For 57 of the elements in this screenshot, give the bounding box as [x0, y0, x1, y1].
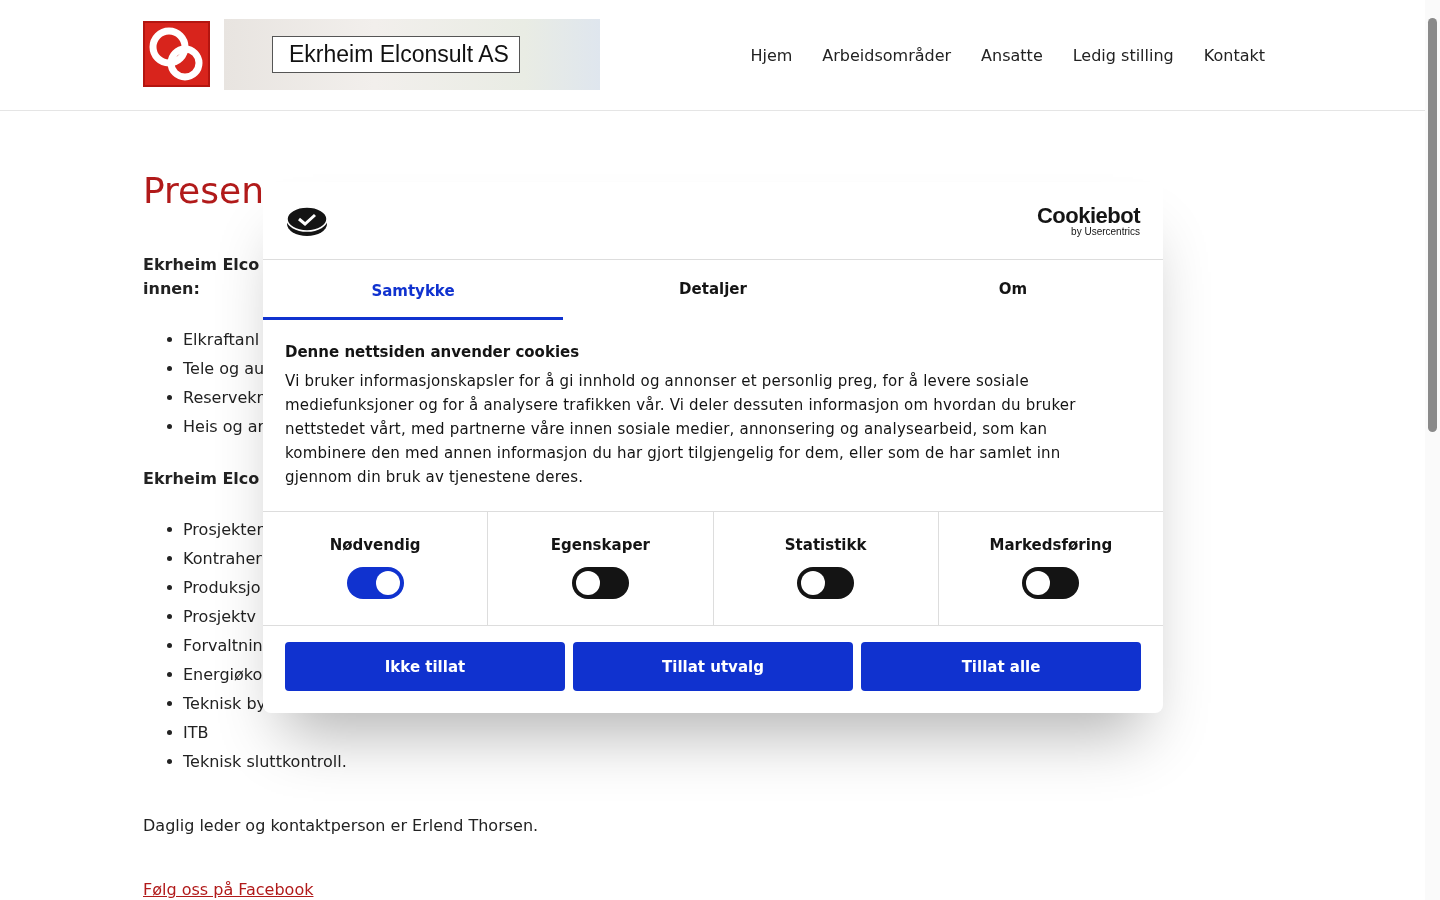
intro-text: Ekrheim Elco [143, 254, 260, 276]
list-item: ITB [183, 722, 209, 744]
list-item: Elkraftanl [183, 329, 260, 351]
bullet-icon [167, 730, 172, 735]
nav-link[interactable]: Kontakt [1203, 45, 1265, 65]
bullet-icon [167, 672, 172, 677]
dialog-tab[interactable]: Samtykke [263, 260, 563, 320]
scrollbar[interactable] [1425, 0, 1440, 900]
contact-text: Daglig leder og kontaktperson er Erlend Thorsen. [143, 815, 540, 837]
facebook-link[interactable]: Følg oss på Facebook [143, 880, 314, 899]
banner-title: Ekrheim Elconsult AS [272, 35, 520, 73]
consent-button[interactable]: Tillat utvalg [573, 642, 853, 691]
page-title: Presen [143, 169, 265, 213]
list-item: Reservekr [183, 387, 264, 409]
category-label: Egenskaper [550, 536, 650, 554]
toggle-switch[interactable] [571, 567, 629, 599]
bullet-icon [167, 759, 172, 764]
dialog-tab[interactable]: Om [863, 260, 1163, 320]
bullet-icon [167, 527, 172, 532]
list-item: Energiøko [183, 664, 263, 686]
bullet-icon [167, 424, 172, 429]
category-label: Nødvendig [329, 536, 421, 554]
bullet-icon [167, 556, 172, 561]
list-item: Prosjektv [183, 606, 256, 628]
bullet-icon [167, 395, 172, 400]
bullet-icon [167, 585, 172, 590]
check-badge-icon [286, 204, 328, 237]
list-item: Produksjo [183, 577, 261, 599]
list-item: Heis og ar [183, 416, 265, 438]
bullet-icon [167, 701, 172, 706]
section-heading: Ekrheim Elco [143, 468, 260, 490]
dialog-text: Vi bruker informasjonskapsler for å gi innhold og annonser et personlig preg, for å levere sosiale mediefunksjoner og for å analysere trafikken vår. Vi deler dessuten informasjon om hvordan du bruker nettstedet vårt, med partnerne våre innen sosiale medier, annonsering og analysearbeid, som kan kombinere den med annen informasjon du har gjort tilgjengelig for dem, eller som de har samlet inn gjennom din bruk av tjenestene deres. [285, 371, 1077, 488]
nav-link[interactable]: Arbeidsområder [822, 45, 952, 65]
nav-link[interactable]: Hjem [750, 45, 793, 65]
list-item: Prosjekter [183, 519, 263, 541]
brand-subtitle: by Usercentrics [1071, 226, 1140, 237]
intro-text: innen: [143, 278, 200, 300]
list-item: Tele og au [183, 358, 265, 380]
list-item: Kontraher [183, 548, 262, 570]
brand-logo-text: Cookiebot [1036, 204, 1140, 227]
consent-button[interactable]: Tillat alle [861, 642, 1141, 691]
bullet-icon [167, 366, 172, 371]
nav-link[interactable]: Ansatte [981, 45, 1043, 65]
bullet-icon [167, 337, 172, 342]
list-item: Teknisk sluttkontroll. [183, 751, 347, 773]
toggle-switch[interactable] [797, 567, 855, 599]
category-label: Markedsføring [989, 536, 1113, 554]
bullet-icon [167, 643, 172, 648]
bullet-icon [167, 614, 172, 619]
dialog-heading: Denne nettsiden anvender cookies [285, 343, 581, 361]
consent-button[interactable]: Ikke tillat [285, 642, 565, 691]
toggle-switch[interactable] [346, 567, 404, 599]
logo-icon[interactable] [143, 21, 210, 87]
nav-link[interactable]: Ledig stilling [1072, 45, 1174, 65]
category-label: Statistikk [784, 536, 867, 554]
list-item: Forvaltnin [183, 635, 263, 657]
toggle-switch[interactable] [1022, 567, 1080, 599]
